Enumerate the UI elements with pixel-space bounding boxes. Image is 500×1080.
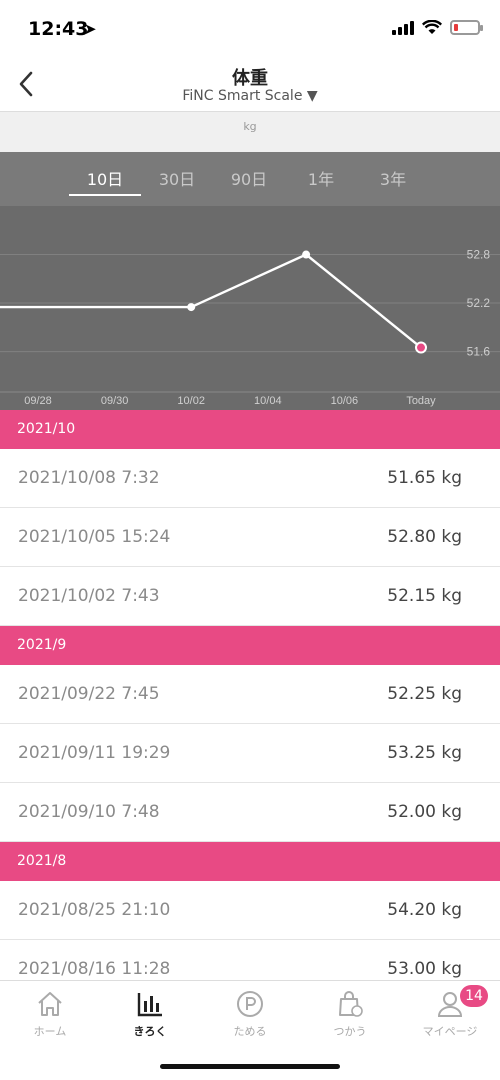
month-header: 2021/10 [0, 410, 500, 449]
record-value: 53.25 kg [387, 743, 462, 763]
record-value: 54.20 kg [387, 900, 462, 920]
tab-3-years[interactable]: 3年 [357, 166, 429, 196]
record-date: 2021/09/11 19:29 [18, 743, 171, 763]
chart-plot: 52.8 52.2 51.6 09/28 09/30 10/02 10/04 10/06 Tod… [0, 206, 500, 410]
wifi-icon [422, 20, 442, 34]
data-point [302, 250, 311, 259]
record-row[interactable]: 2021/10/05 15:24 52.80 kg [0, 508, 500, 567]
record-date: 2021/10/05 15:24 [18, 527, 171, 547]
signal-icon [392, 20, 414, 35]
x-tick-label: Today [406, 395, 436, 407]
record-date: 2021/09/22 7:45 [18, 684, 160, 704]
nav-label: きろく [133, 1025, 167, 1038]
home-indicator [160, 1064, 340, 1069]
record-date: 2021/08/25 21:10 [18, 900, 171, 920]
weight-chart: 10日 30日 90日 1年 3年 52.8 52.2 51.6 09/28 09/30… [0, 152, 500, 410]
x-tick-label: 10/04 [254, 395, 282, 407]
record-value: 51.65 kg [387, 468, 462, 488]
record-date: 2021/10/08 7:32 [18, 468, 160, 488]
month-header: 2021/8 [0, 842, 500, 881]
battery-icon [450, 20, 483, 35]
series-line [0, 253, 422, 349]
nav-earn[interactable]: ためる [200, 989, 300, 1049]
shopping-bag-icon [339, 991, 363, 1017]
record-row[interactable]: 2021/09/22 7:45 52.25 kg [0, 665, 500, 724]
nav-label: マイページ [422, 1025, 478, 1038]
record-value: 52.80 kg [387, 527, 462, 547]
record-row[interactable]: 2021/08/16 11:28 53.00 kg [0, 940, 500, 980]
record-value: 52.25 kg [387, 684, 462, 704]
record-date: 2021/10/02 7:43 [18, 586, 160, 606]
unit-label: kg [0, 112, 500, 152]
tab-1-year[interactable]: 1年 [285, 166, 357, 196]
tab-10-days[interactable]: 10日 [69, 166, 141, 196]
page-title: 体重 [232, 68, 268, 89]
x-tick-label: 10/02 [177, 395, 205, 407]
data-point [187, 303, 196, 312]
record-row[interactable]: 2021/10/08 7:32 51.65 kg [0, 449, 500, 508]
y-tick-label: 51.6 [467, 345, 491, 359]
y-tick-label: 52.2 [467, 296, 491, 310]
status-time: 12:43 [28, 18, 89, 40]
record-date: 2021/09/10 7:48 [18, 802, 160, 822]
location-arrow-icon: ➤ [84, 20, 97, 38]
record-row[interactable]: 2021/08/25 21:10 54.20 kg [0, 881, 500, 940]
line-chart: 52.8 52.2 51.6 09/28 09/30 10/02 10/04 10/06 Tod… [0, 248, 500, 407]
notification-badge: 14 [460, 985, 488, 1007]
record-value: 53.00 kg [387, 959, 462, 979]
nav-mypage[interactable]: マイページ 14 [400, 985, 500, 1049]
status-bar: 12:43 ➤ [0, 0, 500, 56]
bar-chart-icon [137, 993, 162, 1017]
nav-label: ためる [233, 1025, 267, 1038]
tab-90-days[interactable]: 90日 [213, 166, 285, 196]
tab-30-days[interactable]: 30日 [141, 166, 213, 196]
record-value: 52.00 kg [387, 802, 462, 822]
x-tick-label: 10/06 [331, 395, 359, 407]
records-list: 2021/10 2021/10/08 7:32 51.65 kg 2021/10/05… [0, 410, 500, 980]
record-row[interactable]: 2021/09/11 19:29 53.25 kg [0, 724, 500, 783]
home-icon [38, 992, 62, 1016]
range-tabs: 10日 30日 90日 1年 3年 [0, 152, 500, 206]
status-icons [392, 20, 483, 35]
latest-point [415, 341, 427, 354]
points-icon [237, 991, 263, 1017]
record-value: 52.15 kg [387, 586, 462, 606]
month-header: 2021/9 [0, 626, 500, 665]
record-date: 2021/08/16 11:28 [18, 959, 171, 979]
device-selector[interactable]: FiNC Smart Scale ▼ [0, 88, 500, 104]
nav-spend[interactable]: つかう [300, 989, 400, 1049]
nav-records[interactable]: きろく [100, 989, 200, 1049]
nav-label: つかう [333, 1025, 367, 1038]
y-tick-label: 52.8 [467, 248, 491, 262]
nav-home[interactable]: ホーム [0, 989, 100, 1049]
nav-bar: 体重 FiNC Smart Scale ▼ [0, 56, 500, 112]
x-tick-label: 09/30 [101, 395, 129, 407]
record-row[interactable]: 2021/09/10 7:48 52.00 kg [0, 783, 500, 842]
nav-label: ホーム [33, 1025, 67, 1038]
record-row[interactable]: 2021/10/02 7:43 52.15 kg [0, 567, 500, 626]
x-tick-label: 09/28 [24, 395, 52, 407]
